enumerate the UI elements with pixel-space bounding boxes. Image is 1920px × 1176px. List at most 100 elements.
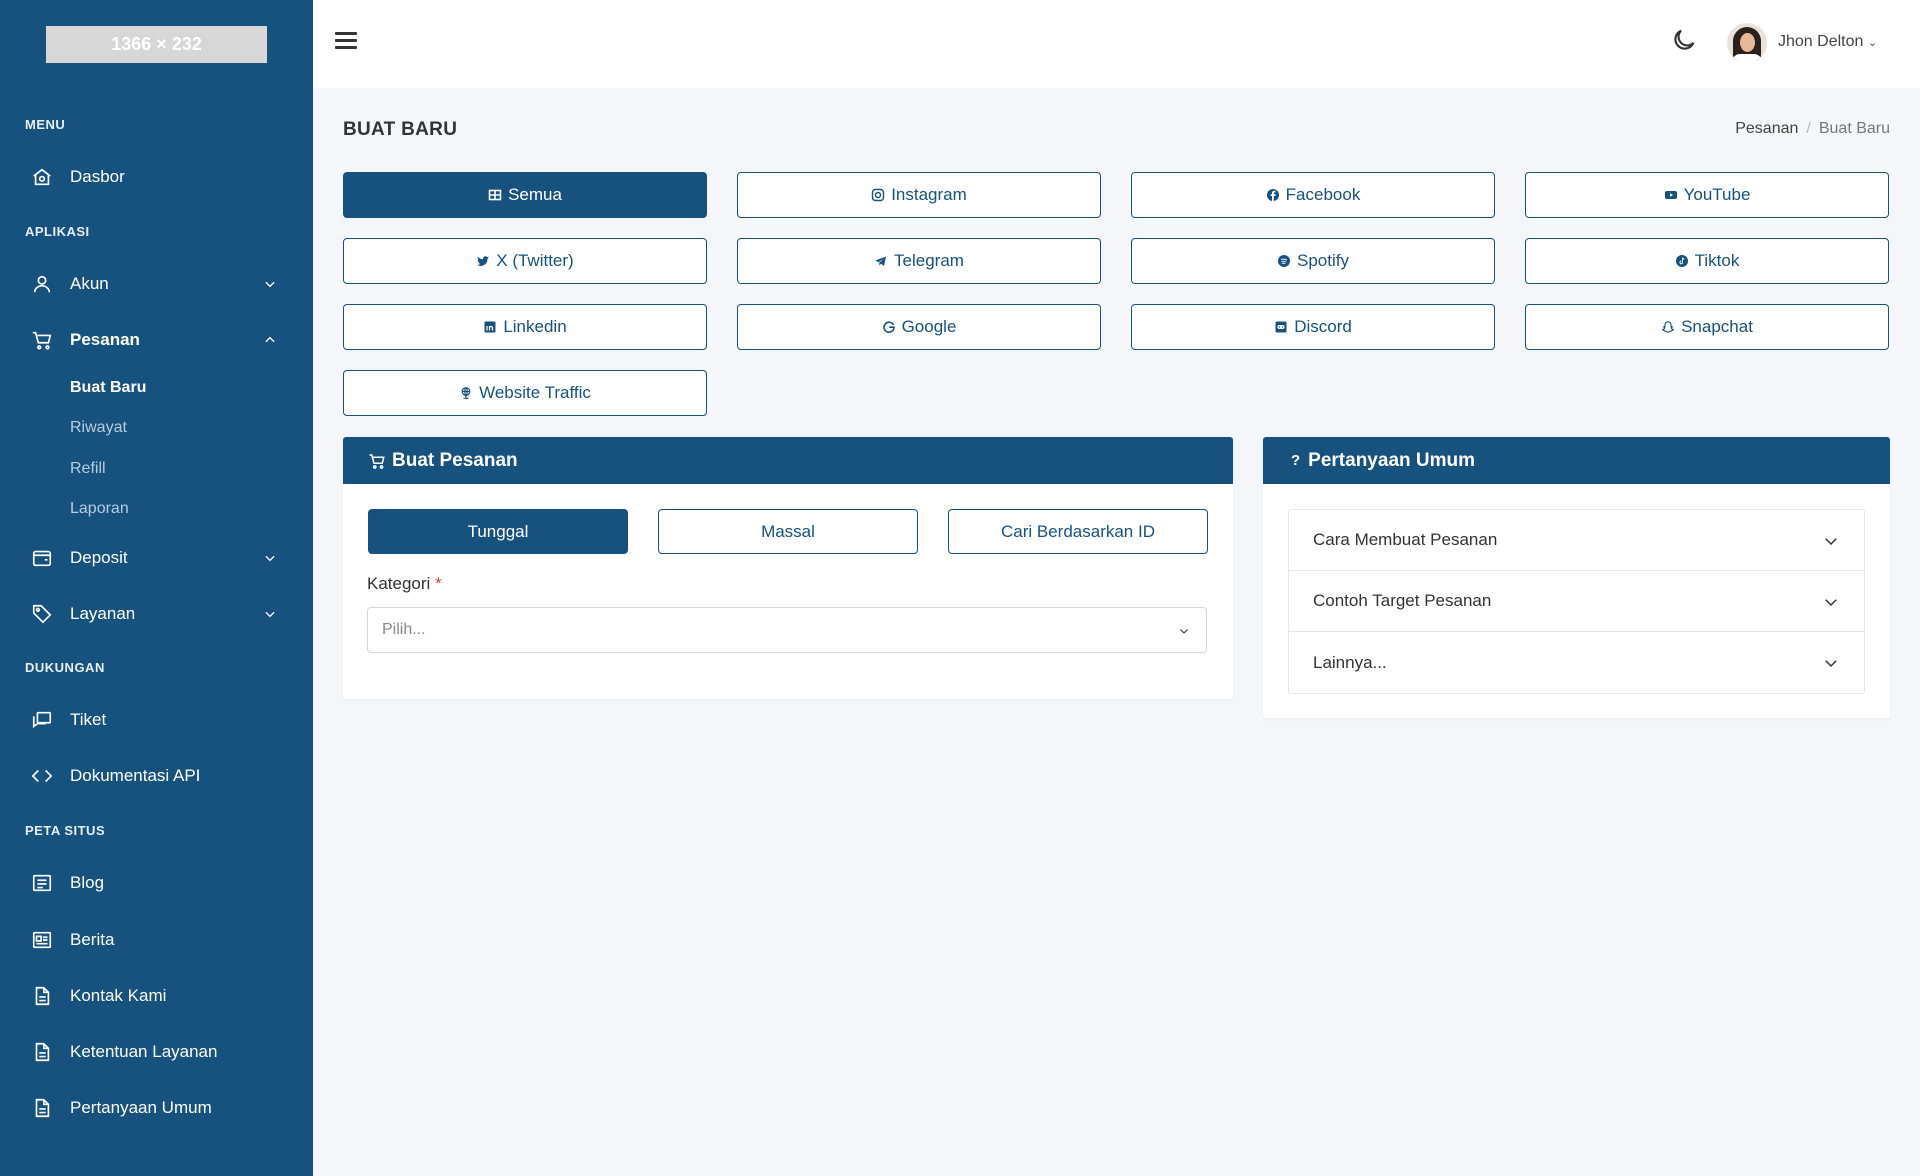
platform-label: Tiktok xyxy=(1694,251,1740,270)
cart-icon xyxy=(30,328,54,352)
sidebar-item-faq[interactable]: Pertanyaan Umum xyxy=(0,1086,313,1130)
dark-mode-icon[interactable] xyxy=(1670,26,1700,56)
document-icon xyxy=(30,984,54,1008)
sidebar-item-news[interactable]: Berita xyxy=(0,918,313,962)
user-menu[interactable]: Jhon Delton ⌄ xyxy=(1778,33,1877,51)
chevron-down-icon xyxy=(1822,532,1840,555)
platform-button-telegram[interactable]: Telegram xyxy=(737,238,1101,284)
select-placeholder: Pilih... xyxy=(382,621,426,638)
faq-card-header: ? Pertanyaan Umum xyxy=(1263,437,1890,484)
document-icon xyxy=(30,1096,54,1120)
platform-button-snapchat[interactable]: Snapchat xyxy=(1525,304,1889,350)
faq-card-title: Pertanyaan Umum xyxy=(1308,449,1476,471)
tab-search-by-id[interactable]: Cari Berdasarkan ID xyxy=(948,509,1208,554)
section-support: DUKUNGAN xyxy=(25,660,105,675)
topbar: Jhon Delton ⌄ xyxy=(313,0,1920,88)
platform-button-website-traffic[interactable]: Website Traffic xyxy=(343,370,707,416)
faq-question: Lainnya... xyxy=(1313,652,1387,672)
sidebar-item-label: Deposit xyxy=(70,548,128,567)
tag-icon xyxy=(30,602,54,626)
sidebar-item-contact[interactable]: Kontak Kami xyxy=(0,974,313,1018)
order-card-title: Buat Pesanan xyxy=(392,449,518,471)
tab-single[interactable]: Tunggal xyxy=(368,509,628,554)
sidebar-item-services[interactable]: Layanan xyxy=(0,592,313,636)
cart-icon xyxy=(368,452,386,470)
sidebar-item-label: Dasbor xyxy=(70,167,125,186)
instagram-icon xyxy=(871,188,885,202)
tab-mass[interactable]: Massal xyxy=(658,509,918,554)
sidebar-item-label: Akun xyxy=(70,274,109,293)
category-select[interactable]: Pilih... xyxy=(367,607,1207,653)
sidebar-item-terms[interactable]: Ketentuan Layanan xyxy=(0,1030,313,1074)
sidebar-item-label: Layanan xyxy=(70,604,136,623)
section-apps: APLIKASI xyxy=(25,224,90,239)
sidebar-item-label: Pesanan xyxy=(70,330,140,349)
chevron-down-icon xyxy=(1822,654,1840,677)
sidebar-item-label: Blog xyxy=(70,873,105,892)
sidebar-item-deposit[interactable]: Deposit xyxy=(0,536,313,580)
platform-label: Facebook xyxy=(1285,185,1361,204)
question-icon: ? xyxy=(1291,452,1301,469)
sidebar-subitem-history[interactable]: Riwayat xyxy=(70,419,127,437)
platform-label: Telegram xyxy=(894,251,964,270)
faq-item[interactable]: Cara Membuat Pesanan xyxy=(1289,510,1864,571)
faq-item[interactable]: Lainnya... xyxy=(1289,632,1864,693)
category-label: Kategori * xyxy=(367,574,442,593)
platform-button-all[interactable]: Semua xyxy=(343,172,707,218)
sidebar-item-account[interactable]: Akun xyxy=(0,262,313,306)
code-icon xyxy=(30,764,54,788)
platform-button-youtube[interactable]: YouTube xyxy=(1525,172,1889,218)
faq-item[interactable]: Contoh Target Pesanan xyxy=(1289,571,1864,632)
platform-button-facebook[interactable]: Facebook xyxy=(1131,172,1495,218)
platform-button-instagram[interactable]: Instagram xyxy=(737,172,1101,218)
avatar[interactable] xyxy=(1727,23,1767,63)
order-card-header: Buat Pesanan xyxy=(343,437,1233,484)
platform-button-discord[interactable]: Discord xyxy=(1131,304,1495,350)
platform-button-tiktok[interactable]: Tiktok xyxy=(1525,238,1889,284)
chevron-down-icon xyxy=(1822,593,1840,616)
platform-label: Website Traffic xyxy=(479,383,591,402)
sidebar-subitem-refill[interactable]: Refill xyxy=(70,460,106,478)
globe-pin-icon xyxy=(459,386,473,400)
platform-label: Semua xyxy=(508,185,562,204)
platform-button-spotify[interactable]: Spotify xyxy=(1131,238,1495,284)
breadcrumb-parent[interactable]: Pesanan xyxy=(1735,120,1798,137)
sidebar-item-api-docs[interactable]: Dokumentasi API xyxy=(0,754,313,798)
sidebar-item-label: Berita xyxy=(70,930,115,949)
breadcrumb: Pesanan / Buat Baru xyxy=(1735,120,1890,137)
sidebar-item-label: Dokumentasi API xyxy=(70,766,201,785)
user-icon xyxy=(30,272,54,296)
sidebar-item-label: Ketentuan Layanan xyxy=(70,1042,218,1061)
sidebar-item-ticket[interactable]: Tiket xyxy=(0,698,313,742)
grid-icon xyxy=(488,188,502,202)
wallet-icon xyxy=(30,546,54,570)
chat-icon xyxy=(30,708,54,732)
snapchat-icon xyxy=(1661,320,1675,334)
sidebar-subitem-report[interactable]: Laporan xyxy=(70,500,129,518)
chevron-down-icon xyxy=(263,550,279,566)
platform-label: Google xyxy=(901,317,957,336)
platform-label: X (Twitter) xyxy=(496,251,574,270)
username: Jhon Delton xyxy=(1778,33,1864,50)
platform-label: Snapchat xyxy=(1681,317,1753,336)
faq-card: ? Pertanyaan Umum Cara Membuat Pesanan C… xyxy=(1263,437,1890,718)
sidebar-subitem-new[interactable]: Buat Baru xyxy=(70,379,146,397)
sidebar-item-orders[interactable]: Pesanan xyxy=(0,318,313,362)
logo-placeholder[interactable]: 1366 × 232 xyxy=(46,26,267,63)
newspaper-icon xyxy=(30,928,54,952)
spotify-icon xyxy=(1277,254,1291,268)
platform-button-twitter[interactable]: X (Twitter) xyxy=(343,238,707,284)
platform-button-linkedin[interactable]: Linkedin xyxy=(343,304,707,350)
twitter-icon xyxy=(476,254,490,268)
chevron-down-icon xyxy=(263,606,279,622)
section-sitemap: PETA SITUS xyxy=(25,823,106,838)
page-title: BUAT BARU xyxy=(343,119,458,140)
article-icon xyxy=(30,871,54,895)
section-menu: MENU xyxy=(25,117,66,132)
platform-label: Instagram xyxy=(891,185,967,204)
sidebar-item-dashboard[interactable]: Dasbor xyxy=(0,155,313,199)
platform-button-google[interactable]: Google xyxy=(737,304,1101,350)
menu-toggle-icon[interactable] xyxy=(335,32,357,54)
sidebar-item-blog[interactable]: Blog xyxy=(0,861,313,905)
sidebar: 1366 × 232 MENU Dasbor APLIKASI Akun Pes… xyxy=(0,0,313,1176)
